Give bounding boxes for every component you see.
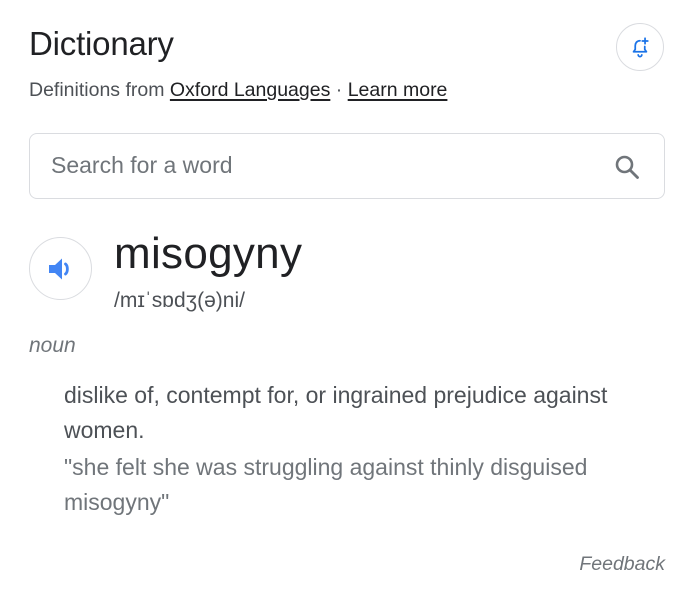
bell-plus-icon [632, 37, 649, 58]
speaker-icon [48, 258, 69, 279]
source-separator: · [335, 79, 343, 101]
search-box [29, 133, 665, 199]
learn-more-link[interactable]: Learn more [348, 79, 448, 101]
page-title: Dictionary [29, 25, 174, 62]
pronunciation-button[interactable] [29, 237, 92, 300]
part-of-speech: noun [29, 334, 76, 357]
example-sentence: "she felt she was struggling against thi… [64, 454, 588, 515]
search-icon[interactable] [614, 154, 640, 180]
search-input[interactable] [51, 134, 591, 197]
headword: misogyny [114, 229, 303, 278]
oxford-languages-link[interactable]: Oxford Languages [170, 79, 330, 101]
alert-button[interactable] [616, 23, 664, 71]
source-line: Definitions from Oxford Languages · Lear… [29, 77, 447, 103]
feedback-link[interactable]: Feedback [579, 551, 665, 577]
source-prefix: Definitions from [29, 79, 165, 101]
definition-text: dislike of, contempt for, or ingrained p… [64, 382, 608, 443]
phonetic-spelling: /mɪˈsɒdʒ(ə)ni/ [114, 289, 245, 312]
